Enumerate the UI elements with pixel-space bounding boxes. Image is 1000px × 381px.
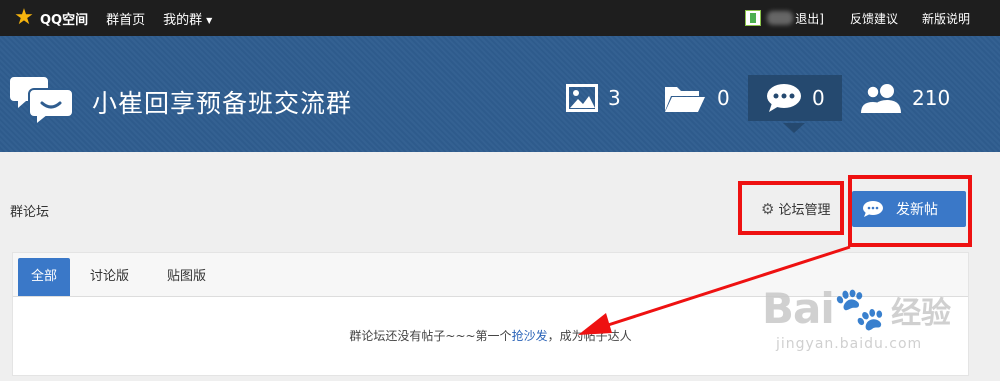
empty-prefix: 群论坛还没有帖子~~~第一个 — [349, 329, 512, 343]
messages-count: 0 — [812, 86, 825, 110]
chat-bubble-icon — [767, 84, 801, 112]
logout-link[interactable]: 退出] — [795, 10, 824, 27]
logo-text: QQ空间 — [40, 12, 89, 28]
new-version-link[interactable]: 新版说明 — [922, 10, 970, 27]
files-count: 0 — [717, 86, 730, 110]
photo-icon — [566, 84, 598, 112]
star-icon: ★ — [14, 5, 34, 30]
photos-count: 3 — [608, 86, 621, 110]
forum-manage-label: 论坛管理 — [778, 203, 831, 218]
username-blurred — [767, 11, 794, 25]
stat-files[interactable]: 0 — [663, 78, 730, 118]
tab-images[interactable]: 贴图版 — [149, 258, 224, 296]
qzone-logo[interactable]: ★ QQ空间 — [12, 6, 88, 30]
group-banner: 小崔回享预备班交流群 3 0 0 210 — [0, 36, 1000, 152]
nav-group-home[interactable]: 群首页 — [106, 9, 145, 28]
folder-icon — [665, 87, 705, 112]
stat-members[interactable]: 210 — [860, 78, 950, 118]
caret-down-icon: ▼ — [206, 15, 213, 25]
new-post-button[interactable]: 发新帖 — [852, 191, 966, 227]
new-post-label: 发新帖 — [896, 202, 938, 218]
tab-all[interactable]: 全部 — [18, 258, 71, 296]
watermark-brand-cn: 经验 — [891, 296, 952, 331]
comment-icon — [863, 201, 883, 217]
forum-manage-button[interactable]: ⚙ 论坛管理 — [761, 199, 831, 219]
gear-icon: ⚙ — [761, 199, 775, 218]
members-count: 210 — [912, 86, 951, 110]
page-title: 群论坛 — [10, 205, 50, 220]
watermark-url: jingyan.baidu.com — [776, 336, 923, 352]
avatar[interactable] — [745, 10, 762, 26]
active-stat-pointer — [783, 123, 805, 133]
grab-sofa-link[interactable]: 抢沙发 — [512, 329, 548, 343]
empty-suffix: ，成为帖子达人 — [547, 329, 632, 343]
members-icon — [861, 84, 901, 113]
paw-icon: 🐾 — [833, 284, 886, 333]
nav-my-groups[interactable]: 我的群 ▼ — [163, 9, 212, 28]
tab-discussion[interactable]: 讨论版 — [72, 258, 147, 296]
group-name: 小崔回享预备班交流群 — [92, 89, 353, 118]
group-chat-icon — [10, 77, 74, 125]
top-nav-bar: ★ QQ空间 群首页 我的群 ▼ 退出] 反馈建议 新版说明 — [0, 0, 1000, 36]
baidu-watermark: Bai🐾 经验 jingyan.baidu.com — [762, 284, 952, 352]
watermark-brand: Bai — [762, 284, 835, 333]
stat-photos[interactable]: 3 — [566, 78, 621, 118]
nav-my-groups-label: 我的群 — [163, 12, 203, 28]
stat-messages[interactable]: 0 — [748, 75, 842, 121]
feedback-link[interactable]: 反馈建议 — [850, 10, 898, 27]
